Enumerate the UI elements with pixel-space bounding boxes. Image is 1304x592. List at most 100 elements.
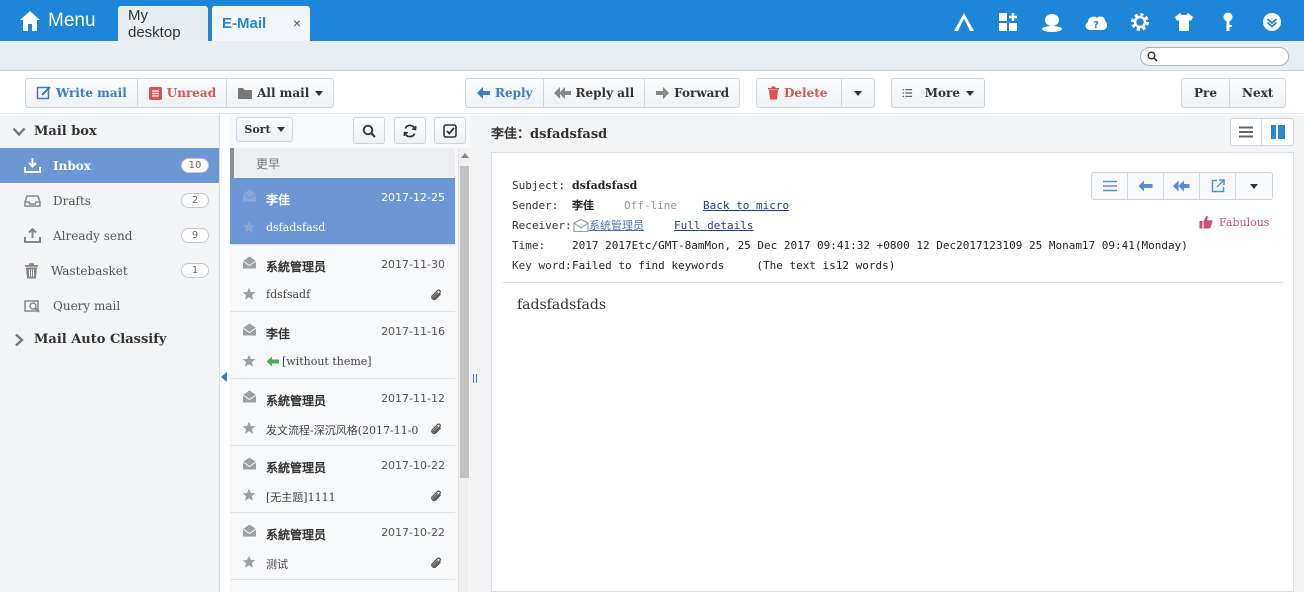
scroll-up-icon[interactable] [461,153,469,158]
menu-button[interactable]: Menu [18,6,96,36]
more-dropdown[interactable]: More [892,79,984,107]
split-view-button[interactable] [1262,119,1293,145]
top-bar: Menu My desktop E-Mail × ? [0,0,1304,41]
refresh-icon [403,124,417,137]
caret-down-icon [966,90,974,96]
list-icon [1102,180,1117,192]
list-scrollbar-thumb[interactable] [460,166,469,478]
all-mail-label: All mail [257,86,310,100]
tab-email[interactable]: E-Mail × [212,6,310,41]
search-box[interactable] [1140,47,1289,66]
mail-list-item[interactable]: 李佳 2017-11-16 [without theme] [230,312,455,379]
star-icon[interactable] [242,220,256,234]
mailbox-header-label: Mail box [34,124,97,139]
mail-list-item[interactable]: 李佳 2017-12-25 dsfadsfasd [230,178,455,245]
replied-icon [266,356,279,367]
chevron-down-icon [12,127,26,136]
sender-value: 李佳 [572,199,594,212]
select-mode-button[interactable] [434,117,466,144]
star-icon[interactable] [242,421,256,435]
mail-actions [1091,172,1273,200]
mail-menu-button[interactable] [1092,173,1128,199]
delete-button[interactable]: Delete [757,79,842,107]
delete-dropdown[interactable] [842,79,874,107]
mail-subject: dsfadsfasd [266,221,326,234]
meta-time-row: Time: 2017 2017Etc/GMT-8amMon, 25 Dec 20… [512,235,1188,255]
search-mail-icon [24,300,40,313]
list-icon [148,86,162,100]
mail-list-item[interactable]: 系統管理员 2017-10-22 测试 [230,513,455,580]
mail-list-item[interactable]: 系統管理员 2017-11-12 发文流程-深沉风格(2017-11-0 [230,379,455,446]
mail-subject: fdsfsadf [266,288,311,301]
mail-auto-classify-label: Mail Auto Classify [34,332,167,347]
apps-icon[interactable] [942,9,986,35]
mail-auto-classify-header[interactable]: Mail Auto Classify [0,323,219,356]
search-mail-button[interactable] [353,117,385,144]
sidebar-item-query-mail[interactable]: Query mail [0,288,219,323]
subject-value: dsfadsfasd [572,178,638,192]
widgets-icon[interactable] [986,9,1030,35]
sidebar-item-already-send[interactable]: Already send 9 [0,218,219,253]
previous-button[interactable]: Pre [1182,79,1230,107]
sidebar-item-wastebasket[interactable]: Wastebasket 1 [0,253,219,288]
back-to-micro-link[interactable]: Back to micro [703,199,789,212]
chevron-down-icon[interactable] [1250,9,1294,35]
reply-all-button[interactable]: Reply all [544,79,646,107]
mail-sender: 系統管理员 [266,260,327,274]
mail-reply-all-button[interactable] [1164,173,1200,199]
mail-open-external-button[interactable] [1200,173,1236,199]
key-icon[interactable] [1206,9,1250,35]
reply-button[interactable]: Reply [466,79,544,107]
mail-list-item[interactable]: 系統管理员 2017-10-22 [无主题]1111 [230,446,455,513]
star-icon[interactable] [242,488,256,502]
forward-button[interactable]: Forward [645,79,739,107]
collapse-sidebar-icon[interactable] [221,372,227,382]
search-input[interactable] [1163,49,1283,64]
sidebar-item-inbox[interactable]: Inbox 10 [0,148,219,183]
mail-reply-button[interactable] [1128,173,1164,199]
mail-more-dropdown[interactable] [1236,173,1272,199]
mail-content-card: Subject: dsfadsfasd Sender: 李佳 Off-line … [491,152,1294,592]
reply-all-label: Reply all [575,86,635,100]
sort-dropdown[interactable]: Sort [236,117,293,142]
folder-icon [238,88,253,99]
list-view-button[interactable] [1231,119,1263,145]
receiver-value: 系统管理员 [589,219,644,232]
refresh-button[interactable] [394,117,426,144]
group-header-label: 更早 [256,156,281,171]
gear-icon[interactable] [1118,9,1162,35]
star-icon[interactable] [242,555,256,569]
write-mail-button[interactable]: Write mail [26,79,138,107]
next-button[interactable]: Next [1230,79,1285,107]
receiver-label: Receiver: [512,218,572,232]
compose-icon [36,86,51,100]
mail-list-item[interactable]: 系統管理员 2017-11-30 fdsfsadf [230,245,455,312]
user-status-icon[interactable] [1030,9,1074,35]
header-divider [503,282,1283,283]
tab-close-icon[interactable]: × [293,15,301,31]
pane-splitter[interactable] [470,115,480,592]
shirt-icon[interactable] [1162,9,1206,35]
list-scrollbar[interactable] [458,148,469,592]
sidebar-item-label: Wastebasket [51,263,128,278]
mail-date: 2017-10-22 [381,459,445,472]
star-icon[interactable] [242,354,256,368]
search-strip [0,41,1304,71]
count-badge: 2 [181,193,209,208]
unread-button[interactable]: Unread [138,79,228,107]
envelope-open-icon [242,256,257,269]
trash-icon [25,262,38,278]
full-details-link[interactable]: Full details [674,219,753,232]
all-mail-dropdown[interactable]: All mail [227,79,333,107]
cloud-icon[interactable]: ? [1074,9,1118,35]
mail-subject: [无主题]1111 [266,491,336,504]
star-icon[interactable] [242,287,256,301]
mail-list-pane: Sort 更早 李佳 2017-12-25 dsfadsfasd 系統管理员 2… [230,115,470,592]
fabulous-button[interactable]: Fabulous [1199,215,1269,229]
receiver-link[interactable]: 系统管理员 [573,217,644,233]
mail-subject: [without theme] [282,355,372,368]
mailbox-header[interactable]: Mail box [0,115,219,148]
reading-pane: 李佳：dsfadsfasd Subject: dsfadsfasd Sender… [480,115,1304,592]
tab-my-desktop[interactable]: My desktop [118,6,208,41]
sidebar-item-drafts[interactable]: Drafts 2 [0,183,219,218]
